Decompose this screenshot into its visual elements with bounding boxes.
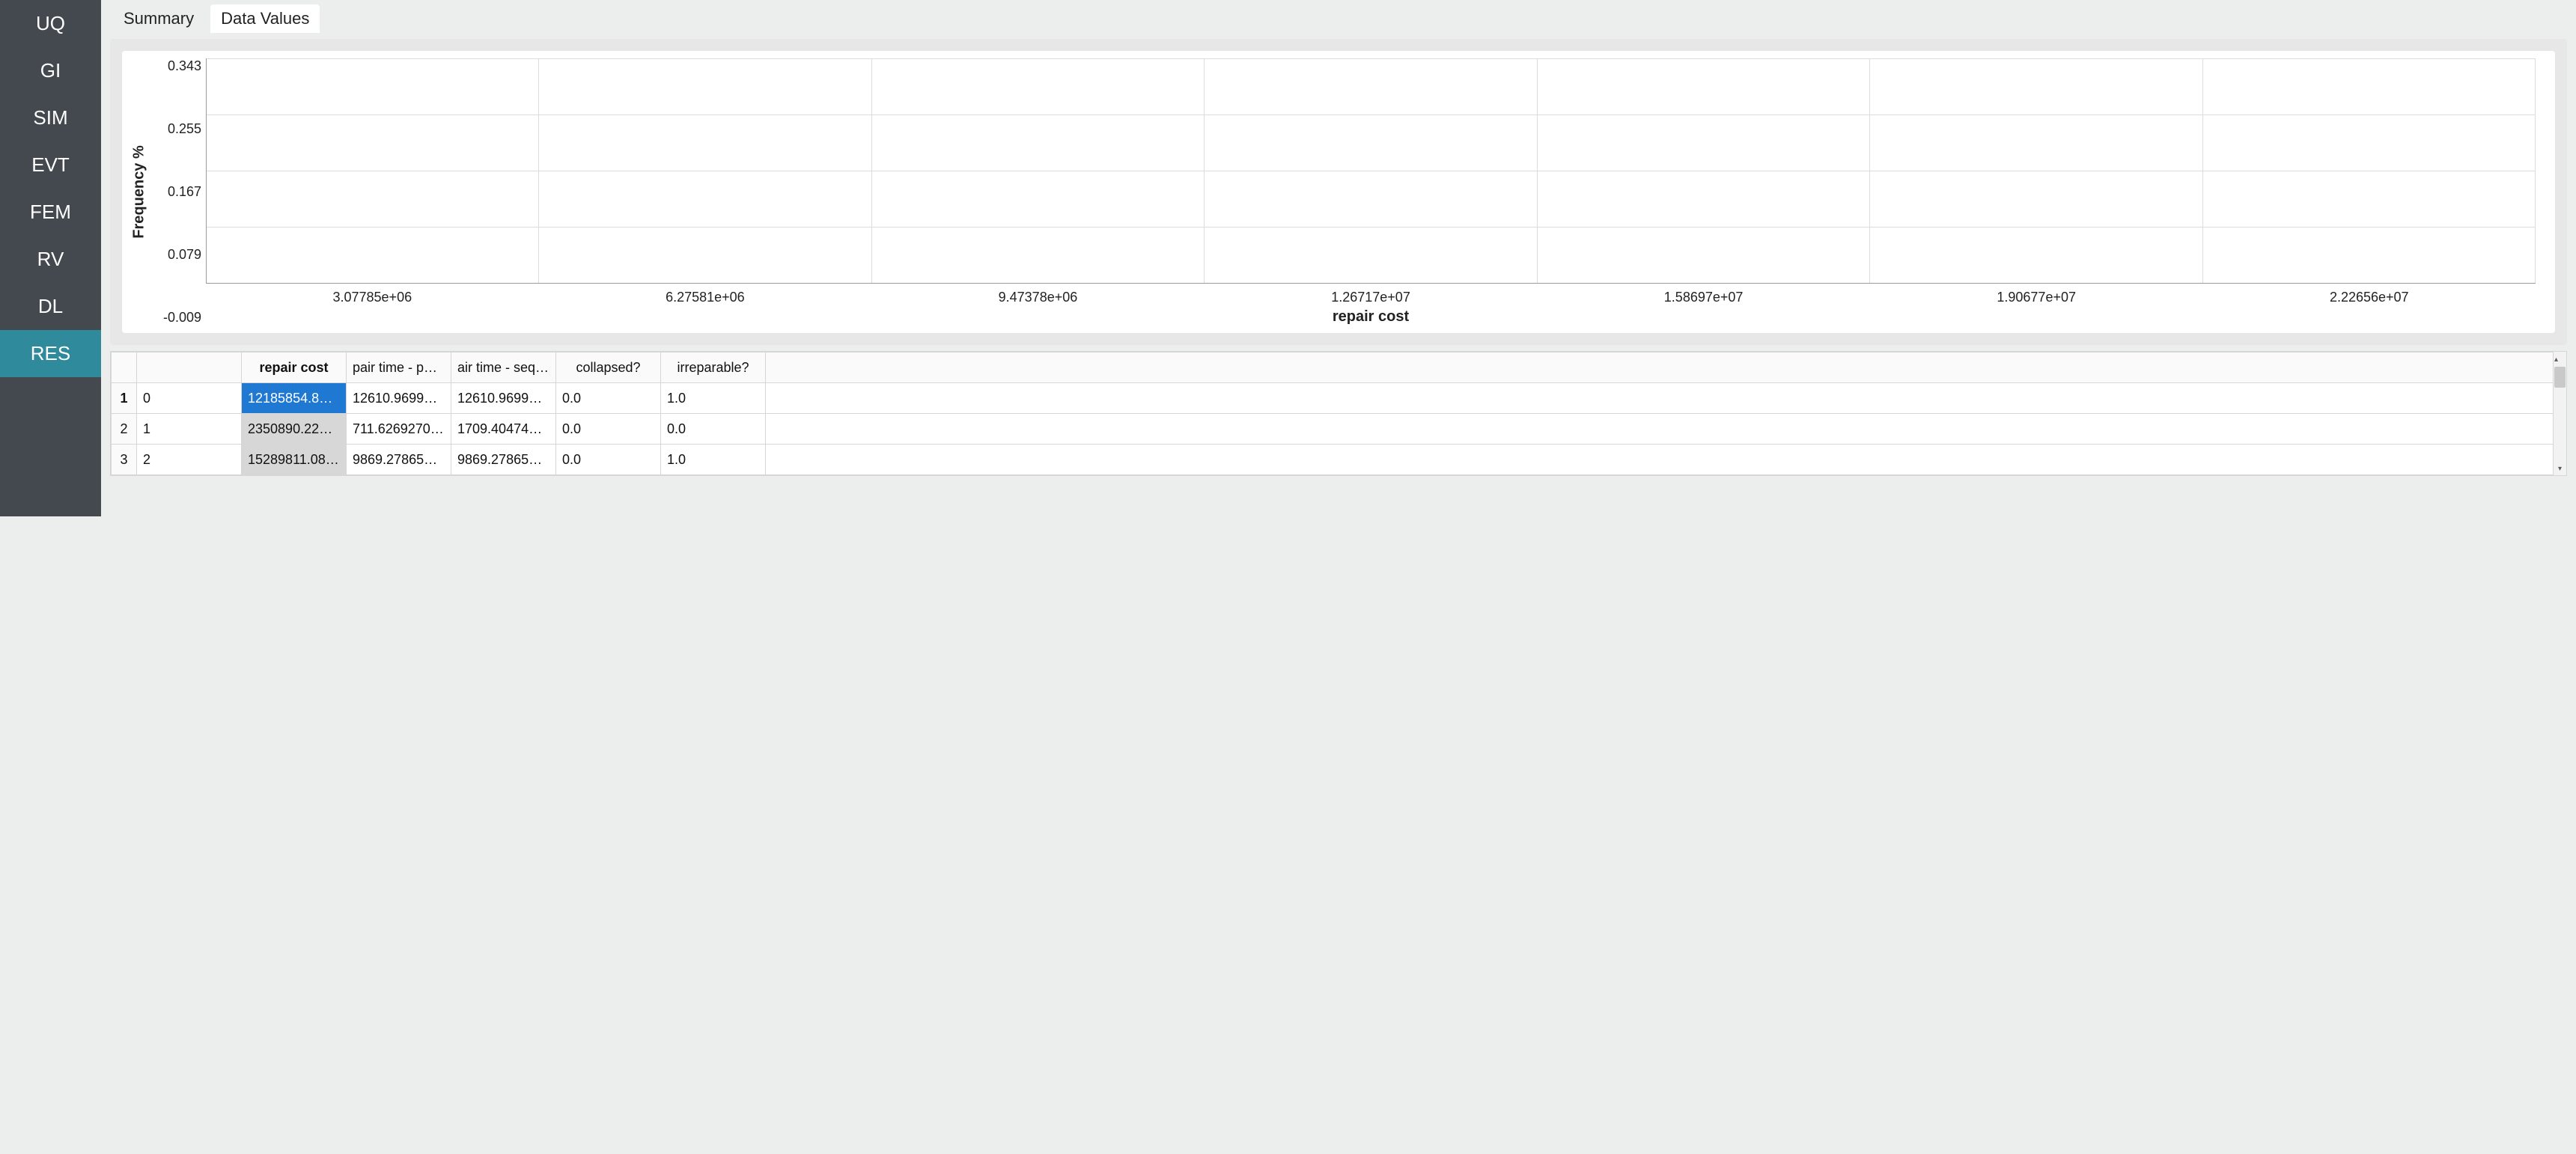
cell-filler bbox=[766, 414, 2566, 445]
cell-tparal[interactable]: 9869.2786504... bbox=[347, 445, 451, 475]
scroll-down-arrow[interactable]: ▾ bbox=[2558, 462, 2562, 475]
table-corner bbox=[112, 352, 137, 383]
cell-col[interactable]: 0.0 bbox=[556, 445, 661, 475]
sidebar-item-res[interactable]: RES bbox=[0, 330, 101, 377]
sidebar-nav: UQGISIMEVTFEMRVDLRES bbox=[0, 0, 101, 516]
tab-summary[interactable]: Summary bbox=[113, 4, 204, 33]
table-row[interactable]: 3215289811.087...9869.2786504...9869.278… bbox=[112, 445, 2566, 475]
x-tick-label: 1.58697e+07 bbox=[1537, 284, 1870, 305]
y-tick-label: 0.255 bbox=[168, 121, 201, 137]
data-table-container: repair costpair time - paralair time - s… bbox=[110, 351, 2567, 476]
cell-idx[interactable]: 1 bbox=[137, 414, 242, 445]
cell-col[interactable]: 0.0 bbox=[556, 414, 661, 445]
cell-tseq[interactable]: 1709.4047484... bbox=[451, 414, 556, 445]
column-header-idx[interactable] bbox=[137, 352, 242, 383]
y-tick-label: 0.079 bbox=[168, 247, 201, 263]
x-tick-label: 3.07785e+06 bbox=[206, 284, 539, 305]
table-row[interactable]: 1012185854.881...12610.969989...12610.96… bbox=[112, 383, 2566, 414]
y-axis-ticks: 0.343 0.255 0.167 0.079 -0.009 bbox=[149, 58, 206, 326]
x-axis-label: repair cost bbox=[206, 305, 2536, 326]
x-tick-label: 1.26717e+07 bbox=[1205, 284, 1538, 305]
scroll-up-arrow[interactable]: ▴ bbox=[2554, 352, 2566, 388]
cell-idx[interactable]: 2 bbox=[137, 445, 242, 475]
chart-area: Frequency % 0.343 0.255 0.167 0.079 -0.009 3… bbox=[130, 58, 2536, 326]
cell-irr[interactable]: 1.0 bbox=[661, 445, 766, 475]
vertical-scrollbar[interactable]: ▴ ▾ bbox=[2553, 352, 2566, 475]
tab-bar: SummaryData Values bbox=[110, 0, 2567, 33]
chart-panel: Frequency % 0.343 0.255 0.167 0.079 -0.009 3… bbox=[122, 51, 2555, 333]
cell-cost[interactable]: 12185854.881... bbox=[242, 383, 347, 414]
y-tick-label: 0.343 bbox=[168, 58, 201, 74]
x-tick-label: 9.47378e+06 bbox=[871, 284, 1205, 305]
sidebar-item-rv[interactable]: RV bbox=[0, 236, 101, 283]
row-number[interactable]: 2 bbox=[112, 414, 137, 445]
cell-tparal[interactable]: 711.62692700... bbox=[347, 414, 451, 445]
x-axis-ticks: 3.07785e+066.27581e+069.47378e+061.26717… bbox=[206, 284, 2536, 305]
cell-filler bbox=[766, 383, 2566, 414]
plot-column: 3.07785e+066.27581e+069.47378e+061.26717… bbox=[206, 58, 2536, 326]
main-panel: SummaryData Values Frequency % 0.343 0.25… bbox=[101, 0, 2576, 516]
bar-series bbox=[207, 58, 2536, 283]
table-header-row: repair costpair time - paralair time - s… bbox=[112, 352, 2566, 383]
chart-container: Frequency % 0.343 0.255 0.167 0.079 -0.009 3… bbox=[110, 39, 2567, 345]
y-axis-label: Frequency % bbox=[131, 145, 148, 238]
row-number[interactable]: 1 bbox=[112, 383, 137, 414]
column-header-cost[interactable]: repair cost bbox=[242, 352, 347, 383]
cell-irr[interactable]: 1.0 bbox=[661, 383, 766, 414]
column-header-filler bbox=[766, 352, 2566, 383]
plot-area[interactable] bbox=[206, 58, 2536, 284]
cell-cost[interactable]: 2350890.2228... bbox=[242, 414, 347, 445]
cell-tseq[interactable]: 9869.2786504... bbox=[451, 445, 556, 475]
cell-tparal[interactable]: 12610.969989... bbox=[347, 383, 451, 414]
x-tick-label: 1.90677e+07 bbox=[1870, 284, 2203, 305]
scroll-thumb[interactable] bbox=[2554, 367, 2566, 388]
sidebar-item-evt[interactable]: EVT bbox=[0, 141, 101, 189]
tab-data-values[interactable]: Data Values bbox=[210, 4, 320, 33]
cell-tseq[interactable]: 12610.969989... bbox=[451, 383, 556, 414]
cell-col[interactable]: 0.0 bbox=[556, 383, 661, 414]
column-header-irr[interactable]: irreparable? bbox=[661, 352, 766, 383]
app-root: UQGISIMEVTFEMRVDLRES SummaryData Values … bbox=[0, 0, 2576, 516]
y-tick-label: -0.009 bbox=[163, 310, 201, 326]
sidebar-item-sim[interactable]: SIM bbox=[0, 94, 101, 141]
x-tick-label: 6.27581e+06 bbox=[539, 284, 872, 305]
y-tick-label: 0.167 bbox=[168, 184, 201, 200]
data-table[interactable]: repair costpair time - paralair time - s… bbox=[111, 352, 2566, 475]
cell-filler bbox=[766, 445, 2566, 475]
table-row[interactable]: 212350890.2228...711.62692700...1709.404… bbox=[112, 414, 2566, 445]
y-axis-label-col: Frequency % bbox=[130, 58, 149, 326]
column-header-col[interactable]: collapsed? bbox=[556, 352, 661, 383]
sidebar-item-dl[interactable]: DL bbox=[0, 283, 101, 330]
sidebar-item-fem[interactable]: FEM bbox=[0, 189, 101, 236]
column-header-tseq[interactable]: air time - sequen bbox=[451, 352, 556, 383]
sidebar-item-gi[interactable]: GI bbox=[0, 47, 101, 94]
column-header-tparal[interactable]: pair time - paral bbox=[347, 352, 451, 383]
sidebar-item-uq[interactable]: UQ bbox=[0, 0, 101, 47]
row-number[interactable]: 3 bbox=[112, 445, 137, 475]
cell-irr[interactable]: 0.0 bbox=[661, 414, 766, 445]
cell-idx[interactable]: 0 bbox=[137, 383, 242, 414]
x-tick-label: 2.22656e+07 bbox=[2202, 284, 2536, 305]
cell-cost[interactable]: 15289811.087... bbox=[242, 445, 347, 475]
